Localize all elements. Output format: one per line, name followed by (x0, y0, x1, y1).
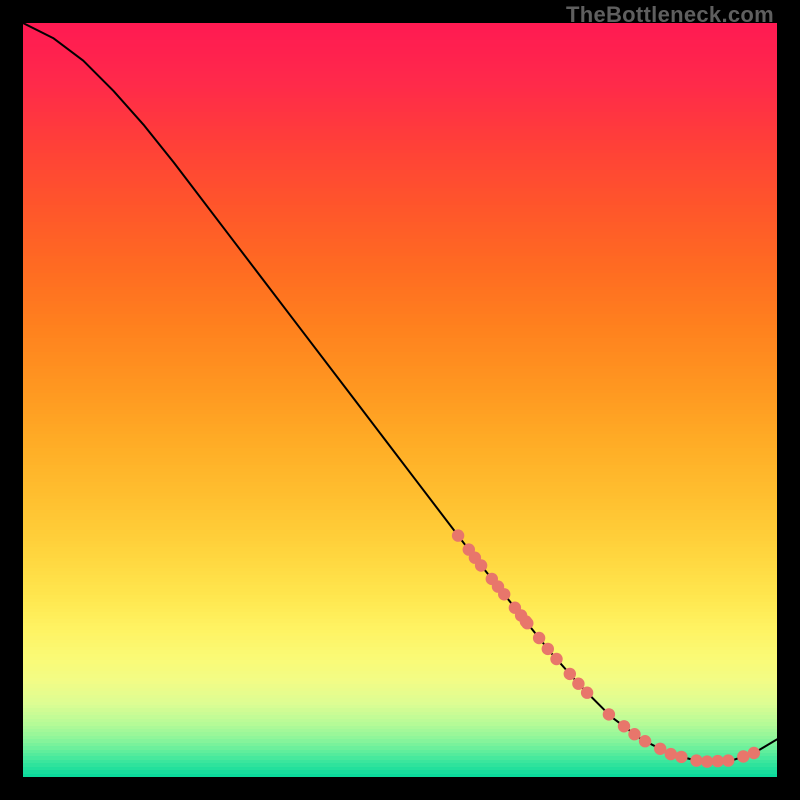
data-dot (520, 615, 532, 627)
plot-area (23, 23, 777, 777)
data-dot (654, 743, 666, 755)
data-dot (701, 755, 713, 767)
data-dot (603, 708, 615, 720)
data-dot (452, 529, 464, 541)
data-dot (498, 588, 510, 600)
curve-layer (23, 23, 777, 777)
data-dots (452, 529, 760, 767)
data-dot (572, 678, 584, 690)
data-dot (564, 668, 576, 680)
chart-stage: TheBottleneck.com (0, 0, 800, 800)
data-dot (475, 559, 487, 571)
data-dot (665, 748, 677, 760)
data-dot (581, 687, 593, 699)
data-dot (550, 653, 562, 665)
data-dot (722, 754, 734, 766)
data-dot (639, 735, 651, 747)
bottleneck-curve (23, 23, 777, 762)
data-dot (533, 632, 545, 644)
data-dot (690, 754, 702, 766)
data-dot (542, 643, 554, 655)
data-dot (675, 751, 687, 763)
watermark: TheBottleneck.com (566, 2, 774, 28)
data-dot (748, 747, 760, 759)
data-dot (628, 728, 640, 740)
data-dot (737, 750, 749, 762)
data-dot (618, 720, 630, 732)
